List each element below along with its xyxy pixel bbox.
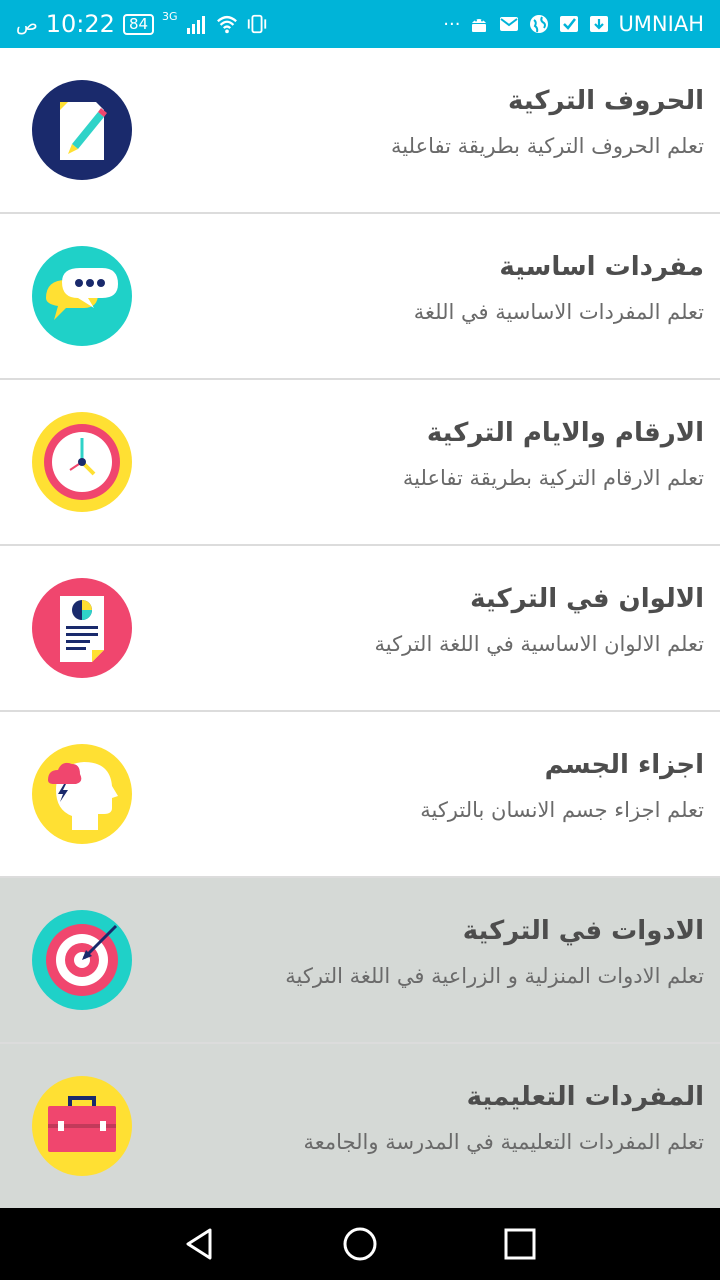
status-ampm: ص xyxy=(16,13,38,35)
item-subtitle: تعلم الحروف التركية بطريقة تفاعلية xyxy=(391,134,704,158)
chat-bubbles-icon xyxy=(32,246,132,346)
list-item-tools[interactable]: الادوات في التركية تعلم الادوات المنزلية… xyxy=(0,878,720,1044)
list-item-letters[interactable]: الحروف التركية تعلم الحروف التركية بطريق… xyxy=(0,48,720,214)
item-subtitle: تعلم الالوان الاساسية في اللغة التركية xyxy=(374,632,704,656)
item-title: اجزاء الجسم xyxy=(544,750,704,780)
item-subtitle: تعلم الادوات المنزلية و الزراعية في اللغ… xyxy=(285,964,704,988)
head-storm-icon xyxy=(32,744,132,844)
navigation-bar xyxy=(0,1208,720,1280)
signal-icon xyxy=(186,13,208,35)
item-title: الالوان في التركية xyxy=(470,584,704,614)
list-item-education-words[interactable]: المفردات التعليمية تعلم المفردات التعليم… xyxy=(0,1044,720,1210)
item-title: مفردات اساسية xyxy=(499,252,704,282)
mail-icon xyxy=(498,13,520,35)
globe-icon xyxy=(528,13,550,35)
android-icon xyxy=(468,13,490,35)
briefcase-icon xyxy=(32,1076,132,1176)
status-time: 10:22 xyxy=(45,10,115,38)
item-title: المفردات التعليمية xyxy=(466,1082,704,1112)
back-icon[interactable] xyxy=(182,1226,218,1262)
target-icon xyxy=(32,910,132,1010)
item-title: الادوات في التركية xyxy=(462,916,704,946)
status-bar-left: ص 10:22 84 3G xyxy=(16,0,268,48)
item-title: الحروف التركية xyxy=(508,86,704,116)
vibrate-icon xyxy=(246,13,268,35)
list-item-basic-words[interactable]: مفردات اساسية تعلم المفردات الاساسية في … xyxy=(0,214,720,380)
overflow-indicator: ··· xyxy=(443,13,461,35)
home-icon[interactable] xyxy=(342,1226,378,1262)
status-bar: ص 10:22 84 3G ··· UMNIAH xyxy=(0,0,720,48)
network-type: 3G xyxy=(162,9,178,23)
item-subtitle: تعلم الارقام التركية بطريقة تفاعلية xyxy=(402,466,704,490)
status-bar-right: ··· UMNIAH xyxy=(443,0,704,48)
list-item-colors[interactable]: الالوان في التركية تعلم الالوان الاساسية… xyxy=(0,546,720,712)
item-title: الارقام والايام التركية xyxy=(426,418,704,448)
item-subtitle: تعلم المفردات الاساسية في اللغة xyxy=(413,300,704,324)
list-item-body-parts[interactable]: اجزاء الجسم تعلم اجزاء جسم الانسان بالتر… xyxy=(0,712,720,878)
report-chart-icon xyxy=(32,578,132,678)
category-list: الحروف التركية تعلم الحروف التركية بطريق… xyxy=(0,48,720,1210)
download-icon xyxy=(588,13,610,35)
battery-icon: 84 xyxy=(122,13,155,35)
check-icon xyxy=(558,13,580,35)
carrier-name: UMNIAH xyxy=(618,12,704,36)
pencil-document-icon xyxy=(32,80,132,180)
item-subtitle: تعلم المفردات التعليمية في المدرسة والجا… xyxy=(303,1130,704,1154)
list-item-numbers-days[interactable]: الارقام والايام التركية تعلم الارقام الت… xyxy=(0,380,720,546)
item-subtitle: تعلم اجزاء جسم الانسان بالتركية xyxy=(420,798,704,822)
clock-icon xyxy=(32,412,132,512)
recents-icon[interactable] xyxy=(502,1226,538,1262)
wifi-icon xyxy=(216,13,238,35)
